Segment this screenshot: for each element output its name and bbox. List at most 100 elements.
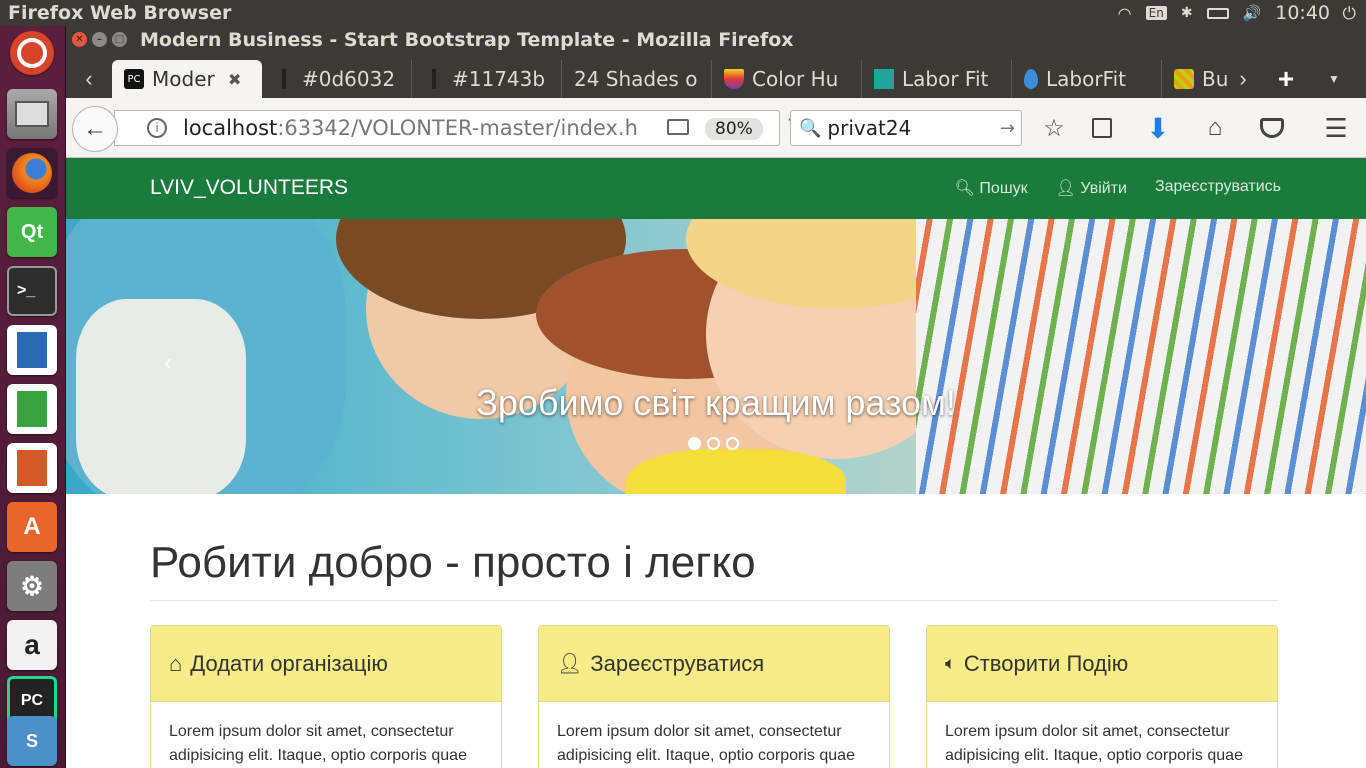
- card-header: 👤︎ Зареєструватися: [539, 626, 889, 702]
- nav-register-link[interactable]: Зареєструватись: [1155, 178, 1281, 198]
- firefox-window-chrome: ✕ – □ Modern Business - Start Bootstrap …: [66, 26, 1366, 158]
- tab-scroll-left-icon[interactable]: ‹: [66, 60, 112, 98]
- tab-24-shades[interactable]: 24 Shades of: [562, 60, 712, 98]
- carousel-prev-icon[interactable]: ‹: [164, 349, 172, 377]
- card-header: ⌂ Додати організацію: [151, 626, 501, 702]
- clock[interactable]: 10:40: [1275, 2, 1330, 24]
- card-body: Lorem ipsum dolor sit amet, consectetur …: [169, 723, 467, 764]
- paint-icon: [424, 69, 444, 89]
- carousel-next-icon[interactable]: ›: [1260, 349, 1268, 377]
- site-brand[interactable]: LVIV_VOLUNTEERS: [150, 176, 348, 200]
- card-title[interactable]: Зареєструватися: [590, 651, 764, 677]
- power-icon[interactable]: ⏻: [1343, 4, 1356, 24]
- tab-label: LaborFit: [1046, 67, 1126, 91]
- sublime-text-icon[interactable]: S: [7, 716, 57, 766]
- system-settings-icon[interactable]: ⚙: [7, 561, 57, 611]
- files-icon[interactable]: [7, 89, 57, 139]
- unity-launcher: Qt >_ A ⚙ a PC S: [0, 26, 66, 768]
- menu-icon[interactable]: ☰: [1322, 113, 1350, 143]
- ubuntu-software-icon[interactable]: A: [7, 502, 57, 552]
- carousel-indicator-1[interactable]: [688, 437, 701, 450]
- url-bar[interactable]: i localhost :63342/VOLONTER-master/index…: [114, 110, 807, 146]
- carousel-indicator-3[interactable]: [726, 437, 739, 450]
- url-path: :63342/VOLONTER-master/index.h: [277, 116, 638, 140]
- back-arrow-icon: ←: [83, 115, 107, 142]
- home-icon: ⌂: [169, 650, 183, 676]
- nav-login-link[interactable]: 👤︎ Увійти: [1056, 178, 1127, 198]
- user-icon: 👤︎: [1055, 180, 1081, 197]
- indicator-area: ◠ En ✱ 🔊 10:40: [1118, 0, 1366, 26]
- tab-scroll-right-icon[interactable]: ›: [1228, 60, 1258, 98]
- search-input-value: privat24: [827, 116, 912, 140]
- pc-icon: PC: [124, 69, 144, 89]
- user-icon: 👤︎: [557, 653, 583, 675]
- card-title[interactable]: Створити Подію: [964, 651, 1128, 677]
- reader-view-icon[interactable]: [667, 119, 689, 135]
- teal-square-icon: [874, 69, 894, 89]
- nav-search-link[interactable]: 🔍︎ Пошук: [955, 178, 1028, 198]
- hero-photo: [66, 219, 1366, 494]
- bookmark-star-icon[interactable]: ☆: [1040, 114, 1068, 142]
- wifi-icon[interactable]: ◠: [1118, 4, 1132, 23]
- window-titlebar: ✕ – □ Modern Business - Start Bootstrap …: [66, 26, 1366, 54]
- card-create-event: 🔈︎ Створити Подію Lorem ipsum dolor sit …: [926, 625, 1278, 768]
- page-heading: Робити добро - просто і легко: [150, 538, 756, 587]
- tab-label: 24 Shades of: [574, 67, 698, 91]
- terminal-icon[interactable]: >_: [7, 266, 57, 316]
- libreoffice-calc-icon[interactable]: [7, 384, 57, 434]
- card-body: Lorem ipsum dolor sit amet, consectetur …: [945, 723, 1243, 764]
- nav-search-label: Пошук: [979, 180, 1028, 197]
- search-go-icon[interactable]: →: [1000, 118, 1015, 139]
- tab-labor-fit[interactable]: Labor Fit: [862, 60, 1012, 98]
- tab-strip: ‹ PC Moder ✖ #0d6032 #11743b 24 Shades o…: [66, 54, 1366, 98]
- carousel-indicator-2[interactable]: [707, 437, 720, 450]
- bluetooth-icon[interactable]: ✱: [1181, 5, 1193, 21]
- search-icon: 🔍: [799, 117, 822, 139]
- site-info-icon[interactable]: i: [147, 118, 167, 138]
- tab-color-hunt[interactable]: Color Hu: [712, 60, 862, 98]
- volume-icon[interactable]: 🔊: [1243, 4, 1262, 22]
- pattern-icon: [1174, 69, 1194, 89]
- web-page-content: LVIV_VOLUNTEERS 🔍︎ Пошук 👤︎ Увійти Зареє…: [66, 158, 1366, 768]
- back-button[interactable]: ←: [72, 106, 118, 152]
- close-window-icon[interactable]: ✕: [72, 32, 87, 47]
- keyboard-layout-indicator[interactable]: En: [1145, 6, 1167, 20]
- tab-modern-business[interactable]: PC Moder ✖: [112, 60, 262, 98]
- battery-icon[interactable]: [1206, 7, 1229, 19]
- downloads-icon[interactable]: ⬇: [1144, 113, 1172, 144]
- tab-label: #11743b: [452, 67, 546, 91]
- firefox-icon[interactable]: [7, 148, 57, 198]
- maximize-window-icon[interactable]: □: [112, 32, 127, 47]
- libreoffice-impress-icon[interactable]: [7, 443, 57, 493]
- window-title: Modern Business - Start Bootstrap Templa…: [140, 29, 794, 51]
- card-header: 🔈︎ Створити Подію: [927, 626, 1277, 702]
- home-icon[interactable]: ⌂: [1201, 114, 1229, 142]
- card-register: 👤︎ Зареєструватися Lorem ipsum dolor sit…: [538, 625, 890, 768]
- minimize-window-icon[interactable]: –: [92, 32, 107, 47]
- libreoffice-writer-icon[interactable]: [7, 325, 57, 375]
- ubuntu-dash-icon[interactable]: [10, 31, 54, 75]
- zoom-indicator[interactable]: 80%: [705, 118, 763, 140]
- qt-creator-icon[interactable]: Qt: [7, 207, 57, 257]
- tab-list-icon[interactable]: ▼: [1314, 60, 1354, 98]
- app-title: Firefox Web Browser: [8, 2, 232, 24]
- tab-laborfit[interactable]: LaborFit: [1012, 60, 1162, 98]
- tab-label: #0d6032: [302, 67, 396, 91]
- tab-bu[interactable]: Bu: [1162, 60, 1228, 98]
- paint-icon: [274, 69, 294, 89]
- bookmarks-library-icon[interactable]: [1088, 114, 1116, 142]
- tab-11743b[interactable]: #11743b: [412, 60, 562, 98]
- close-tab-icon[interactable]: ✖: [228, 70, 241, 89]
- nav-login-label: Увійти: [1080, 180, 1127, 197]
- new-tab-icon[interactable]: +: [1258, 60, 1314, 98]
- pocket-icon[interactable]: [1258, 114, 1286, 142]
- search-icon: 🔍︎: [954, 180, 980, 197]
- tab-label: Moder: [152, 67, 215, 91]
- card-add-organization: ⌂ Додати організацію Lorem ipsum dolor s…: [150, 625, 502, 768]
- card-title[interactable]: Додати організацію: [190, 651, 388, 677]
- tab-label: Color Hu: [752, 67, 839, 91]
- tab-0d6032[interactable]: #0d6032: [262, 60, 412, 98]
- search-bar[interactable]: 🔍 privat24 →: [790, 110, 1022, 146]
- bullhorn-icon: 🔈︎: [945, 653, 956, 673]
- amazon-icon[interactable]: a: [7, 620, 57, 670]
